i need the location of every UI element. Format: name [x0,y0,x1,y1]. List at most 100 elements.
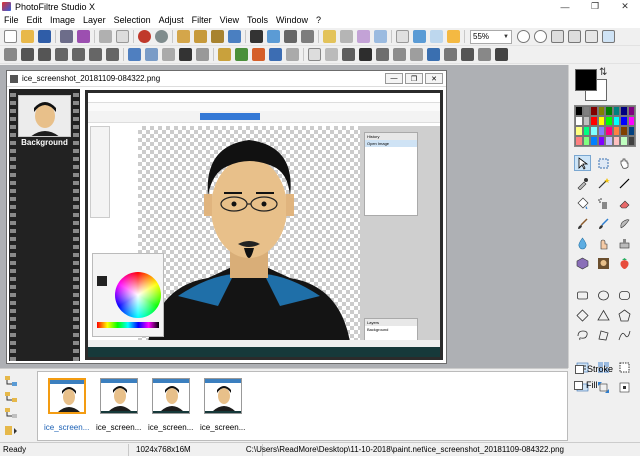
smudge-tool-icon[interactable] [616,215,633,231]
rotate-right-icon[interactable] [38,48,51,61]
new-icon[interactable] [4,30,17,43]
maximize-button[interactable]: ❐ [580,0,610,13]
stroke-checkbox[interactable] [575,364,584,374]
menu-filter[interactable]: Filter [188,13,216,28]
palette-swatch[interactable] [575,116,583,126]
pattern-tool-icon[interactable] [574,255,591,271]
palette-swatch[interactable] [620,106,628,116]
palette-swatch[interactable] [612,126,620,136]
diamond-shape-icon[interactable] [574,307,591,323]
layer-c-icon[interactable] [447,30,460,43]
menu-help[interactable]: ? [312,13,325,28]
transform-icon[interactable] [301,30,314,43]
tree-view-icon[interactable] [4,375,18,387]
open-image-thumbnail[interactable]: ice_screen... [148,376,196,440]
palette-swatch[interactable] [627,126,635,136]
flip-b-icon[interactable] [72,48,85,61]
effect-l-icon[interactable] [495,48,508,61]
redo-icon[interactable] [155,30,168,43]
effect-f-icon[interactable] [393,48,406,61]
palette-swatch[interactable] [590,106,598,116]
filter-2-icon[interactable] [145,48,158,61]
palette-swatch[interactable] [627,106,635,116]
palette-swatch[interactable] [605,126,613,136]
effect-j-icon[interactable] [461,48,474,61]
palette-swatch[interactable] [620,136,628,146]
palette-swatch[interactable] [605,136,613,146]
effect-c-icon[interactable] [342,48,355,61]
zoom-in-icon[interactable] [517,30,530,43]
palette-swatch[interactable] [597,136,605,146]
filter-d-icon[interactable] [374,30,387,43]
transform-option-icon[interactable] [616,379,633,395]
bookmark-icon[interactable] [4,425,18,437]
brush-tool-icon[interactable] [574,215,591,231]
document-minimize-button[interactable]: — [385,73,403,84]
palette-swatch[interactable] [582,126,590,136]
palette-swatch[interactable] [612,106,620,116]
palette-swatch[interactable] [590,136,598,146]
filter-a-icon[interactable] [323,30,336,43]
filter-4-icon[interactable] [179,48,192,61]
pentagon-shape-icon[interactable] [616,307,633,323]
actual-size-icon[interactable] [568,30,581,43]
menu-selection[interactable]: Selection [110,13,155,28]
effect-g-icon[interactable] [410,48,423,61]
palette-swatch[interactable] [582,106,590,116]
image-canvas[interactable]: History Open Image Layers Background [85,90,443,360]
triangle-shape-icon[interactable] [595,307,612,323]
open-image-thumbnail[interactable]: ice_screen... [96,376,144,440]
folder-view-icon[interactable] [4,391,18,403]
menu-edit[interactable]: Edit [23,13,47,28]
magic-wand-tool-icon[interactable] [595,175,612,191]
crop-icon[interactable] [284,30,297,43]
palette-swatch[interactable] [605,106,613,116]
paste-icon[interactable] [177,30,190,43]
document-restore-button[interactable]: ❐ [405,73,423,84]
grid-icon[interactable] [396,30,409,43]
menu-file[interactable]: File [0,13,23,28]
filter-1-icon[interactable] [128,48,141,61]
clone-tool-icon[interactable] [616,235,633,251]
paste-new-icon[interactable] [194,30,207,43]
bezier-shape-icon[interactable] [616,327,633,343]
palette-swatch[interactable] [575,136,583,146]
menu-layer[interactable]: Layer [79,13,110,28]
blur-tool-icon[interactable] [574,235,591,251]
flip-c-icon[interactable] [89,48,102,61]
palette-swatch[interactable] [620,116,628,126]
open-icon[interactable] [21,30,34,43]
palette-swatch[interactable] [627,116,635,126]
image-size-icon[interactable] [250,30,263,43]
palette-swatch[interactable] [597,106,605,116]
palette-swatch[interactable] [612,136,620,146]
copy-icon[interactable] [116,30,129,43]
document-close-button[interactable]: ✕ [425,73,443,84]
open-image-thumbnail[interactable]: ice_screen... [200,376,248,440]
advanced-brush-tool-icon[interactable] [595,215,612,231]
eraser-tool-icon[interactable] [616,195,633,211]
fill-option[interactable]: Fill [574,380,598,390]
menu-view[interactable]: View [216,13,243,28]
save-icon[interactable] [38,30,51,43]
eyedropper-tool-icon[interactable] [574,175,591,191]
menu-window[interactable]: Window [272,13,312,28]
swap-colors-icon[interactable]: ⇅ [599,67,607,78]
zoom-out-icon[interactable] [534,30,547,43]
palette-swatch[interactable] [620,126,628,136]
menu-adjust[interactable]: Adjust [155,13,188,28]
stroke-option[interactable]: Stroke [575,364,613,374]
selection-e-icon[interactable] [286,48,299,61]
display-icon[interactable] [602,30,615,43]
lasso-shape-icon[interactable] [574,327,591,343]
effect-k-icon[interactable] [478,48,491,61]
palette-swatch[interactable] [627,136,635,146]
document-window[interactable]: ice_screenshot_20181109-084322.png — ❐ ✕… [6,70,447,364]
filter-b-icon[interactable] [340,30,353,43]
selection-a-icon[interactable] [218,48,231,61]
palette-swatch[interactable] [590,126,598,136]
selection-c-icon[interactable] [252,48,265,61]
pointer-tool-icon[interactable] [574,155,591,171]
scan-icon[interactable] [77,30,90,43]
minimize-button[interactable]: — [550,0,580,13]
